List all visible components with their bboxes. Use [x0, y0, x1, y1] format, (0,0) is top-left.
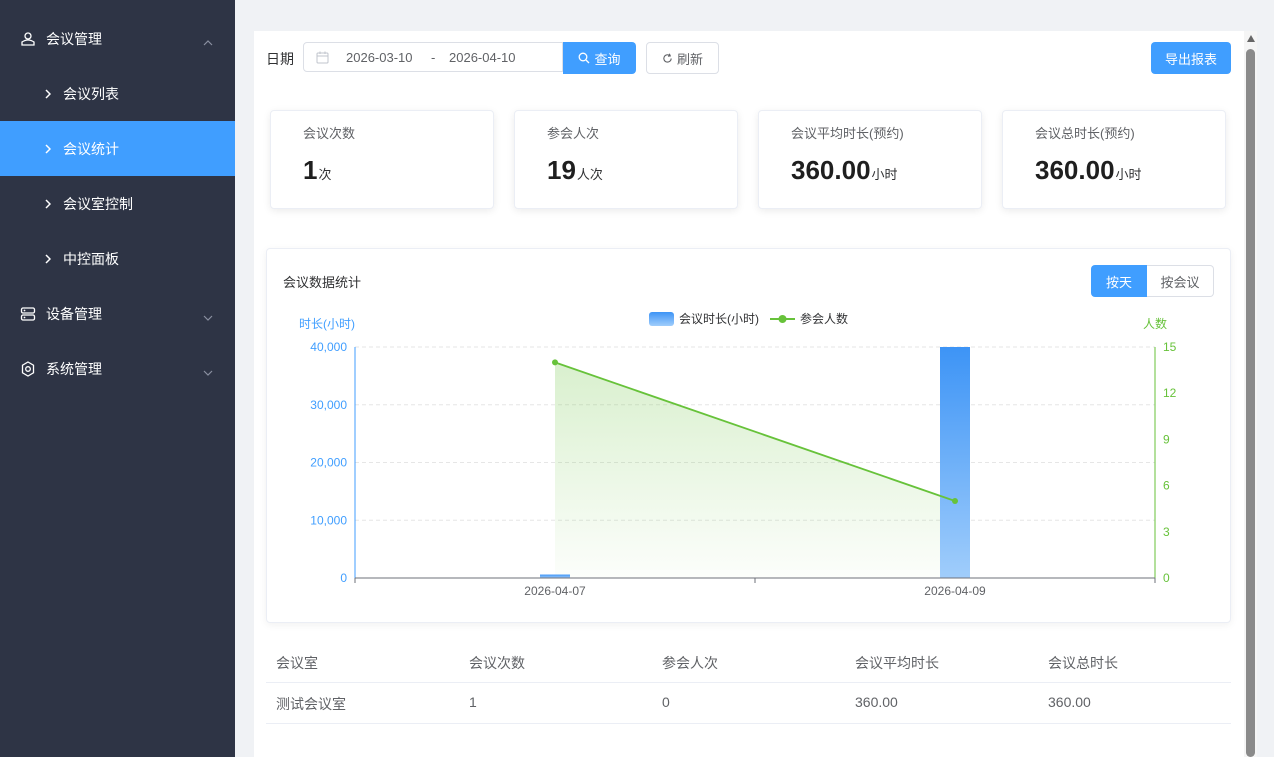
stat-label: 参会人次 [547, 126, 600, 141]
sidebar-item-meeting-list[interactable]: 会议列表 [0, 66, 235, 121]
x-tick-label: 2026-04-07 [524, 584, 586, 598]
sidebar-group-label: 系统管理 [46, 360, 102, 377]
line-area-fill [555, 362, 955, 578]
sidebar-item-room-control[interactable]: 会议室控制 [0, 176, 235, 231]
y-tick-label-left: 40,000 [310, 340, 347, 354]
date-separator: - [431, 50, 436, 65]
table-header-cell: 会议次数 [469, 655, 525, 671]
refresh-button[interactable]: 刷新 [646, 42, 719, 74]
chevron-right-icon [45, 143, 51, 154]
stat-value: 19人次 [547, 155, 603, 185]
table-cell: 1 [469, 694, 477, 710]
query-label: 查询 [594, 51, 621, 67]
chevron-right-icon [45, 88, 51, 99]
sidebar-item-control-panel[interactable]: 中控面板 [0, 231, 235, 286]
table-cell: 测试会议室 [276, 696, 346, 712]
table-cell: 360.00 [855, 694, 898, 710]
table-header-cell: 会议室 [276, 655, 318, 671]
device-icon [20, 306, 36, 322]
chevron-down-icon [203, 308, 213, 324]
chevron-up-icon [203, 33, 213, 49]
stat-value: 360.00小时 [791, 155, 898, 185]
line-point [952, 498, 958, 504]
stat-unit: 次 [318, 167, 332, 182]
gear-icon [20, 360, 36, 377]
sidebar-group-device[interactable]: 设备管理 [0, 286, 235, 341]
sidebar-item-label: 会议统计 [63, 140, 119, 157]
stat-value: 1次 [303, 155, 332, 185]
scroll-up-arrow-icon[interactable] [1247, 35, 1255, 42]
sidebar: 会议管理 会议列表 会议统计 会议室控制 中控面板 设备管理 系统管理 [0, 0, 235, 757]
toggle-by-day-button[interactable]: 按天 [1091, 265, 1147, 297]
y-axis-label-right: 人数 [1143, 316, 1167, 331]
sidebar-group-label: 设备管理 [46, 305, 102, 322]
sidebar-item-label: 会议列表 [63, 85, 119, 102]
stat-unit: 小时 [871, 167, 898, 182]
stat-card-avg-duration: 会议平均时长(预约) 360.00小时 [758, 110, 982, 209]
y-tick-label-right: 3 [1163, 525, 1170, 539]
table-header-cell: 参会人次 [662, 655, 718, 671]
stat-label: 会议平均时长(预约) [791, 126, 904, 141]
table-cell: 360.00 [1048, 694, 1091, 710]
line-point [552, 359, 558, 366]
query-button[interactable]: 查询 [563, 42, 636, 74]
table-header-cell: 会议平均时长 [855, 655, 939, 671]
toggle-by-meeting-button[interactable]: 按会议 [1147, 265, 1214, 297]
y-tick-label-right: 9 [1163, 432, 1170, 446]
y-tick-label-right: 6 [1163, 479, 1170, 493]
sidebar-item-label: 会议室控制 [63, 195, 133, 212]
start-date-input[interactable]: 2026-03-10 [346, 50, 413, 65]
y-tick-label-right: 15 [1163, 340, 1177, 354]
meeting-icon [20, 31, 36, 47]
y-tick-label-left: 20,000 [310, 456, 347, 470]
end-date-input[interactable]: 2026-04-10 [449, 50, 516, 65]
sidebar-item-label: 中控面板 [63, 250, 119, 267]
bar [940, 347, 970, 578]
x-tick-label: 2026-04-09 [924, 584, 986, 598]
stat-card-attendee-count: 参会人次 19人次 [514, 110, 738, 209]
y-tick-label-left: 10,000 [310, 513, 347, 527]
calendar-icon [316, 51, 329, 67]
stat-value: 360.00小时 [1035, 155, 1142, 185]
refresh-label: 刷新 [676, 51, 703, 67]
date-range-picker[interactable]: 2026-03-10 - 2026-04-10 [303, 42, 563, 72]
chevron-right-icon [45, 198, 51, 209]
meeting-chart: 会议时长(小时) 参会人数 时长(小时) 人数 0 10,000 20,000 30,0… [299, 311, 1177, 598]
table-header-row: 会议室 会议次数 参会人次 会议平均时长 会议总时长 [266, 642, 1231, 683]
legend-label: 参会人数 [800, 311, 848, 326]
legend-bar-swatch [649, 312, 674, 326]
y-tick-label-left: 30,000 [310, 398, 347, 412]
y-tick-label-right: 12 [1163, 386, 1177, 400]
y-tick-label-left: 0 [340, 571, 347, 585]
stat-card-meeting-count: 会议次数 1次 [270, 110, 494, 209]
y-axis-label-left: 时长(小时) [299, 317, 355, 331]
legend-label: 会议时长(小时) [679, 312, 759, 326]
legend-line-marker [778, 315, 787, 323]
y-tick-label-right: 0 [1163, 571, 1170, 585]
table-row: 测试会议室 1 0 360.00 360.00 [266, 683, 1231, 724]
search-icon [578, 52, 590, 64]
sidebar-group-system[interactable]: 系统管理 [0, 341, 235, 396]
export-report-button[interactable]: 导出报表 [1151, 42, 1231, 74]
sidebar-item-meeting-stats[interactable]: 会议统计 [0, 121, 235, 176]
refresh-icon [662, 53, 673, 64]
scroll-thumb[interactable] [1246, 49, 1255, 757]
table-cell: 0 [662, 694, 670, 710]
stat-card-total-duration: 会议总时长(预约) 360.00小时 [1002, 110, 1226, 209]
chart-title: 会议数据统计 [283, 275, 362, 290]
sidebar-group-meeting[interactable]: 会议管理 [0, 11, 235, 66]
sidebar-group-label: 会议管理 [46, 30, 102, 47]
stat-label: 会议次数 [303, 126, 356, 141]
date-label: 日期 [266, 51, 294, 67]
chevron-down-icon [203, 363, 213, 379]
stat-unit: 小时 [1115, 167, 1142, 182]
bar [540, 574, 570, 578]
vertical-scrollbar[interactable] [1244, 31, 1257, 757]
table-header-cell: 会议总时长 [1048, 655, 1118, 671]
stat-label: 会议总时长(预约) [1035, 126, 1135, 141]
chevron-right-icon [45, 253, 51, 264]
stat-unit: 人次 [576, 167, 603, 182]
